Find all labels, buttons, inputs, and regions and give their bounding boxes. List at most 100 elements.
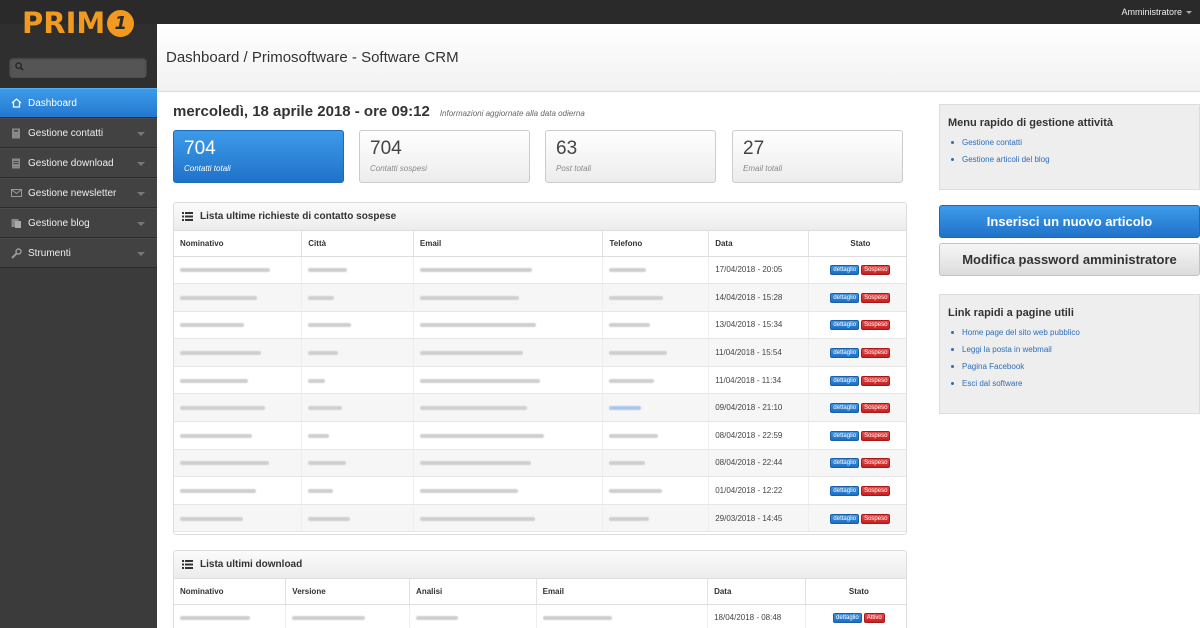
status-badge[interactable]: Sospeso — [861, 430, 891, 441]
sidebar-item-strumenti[interactable]: Strumenti — [0, 238, 157, 268]
status-badge[interactable]: Sospeso — [861, 348, 891, 359]
blurred-text — [609, 433, 659, 438]
blurred-text — [419, 489, 518, 494]
detail-button[interactable]: dettaglio — [830, 513, 860, 524]
table-row[interactable]: 17/04/2018 - 20:05 dettaglio Sospeso — [174, 256, 906, 285]
redacted-cell — [413, 311, 604, 340]
blurred-text — [180, 516, 243, 521]
table-row[interactable]: 11/04/2018 - 11:34 dettaglio Sospeso — [174, 366, 906, 395]
link-webmail[interactable]: Leggi la posta in webmail — [951, 345, 1191, 362]
column-header[interactable]: Versione — [285, 579, 411, 605]
redacted-cell — [301, 283, 414, 312]
table-row[interactable]: 08/04/2018 - 22:44 dettaglio Sospeso — [174, 449, 906, 478]
status-badge[interactable]: Attivo — [863, 613, 885, 624]
detail-button[interactable]: dettaglio — [830, 486, 860, 497]
quick-link-blog[interactable]: Gestione articoli del blog — [951, 155, 1191, 172]
blurred-text — [419, 323, 536, 328]
column-header[interactable]: Stato — [808, 231, 906, 257]
detail-button[interactable]: dettaglio — [833, 613, 862, 624]
blurred-text — [609, 406, 642, 411]
link-homepage[interactable]: Home page del sito web pubblico — [951, 328, 1191, 345]
stat-contatti-sospesi[interactable]: 704 Contatti sospesi — [359, 130, 530, 183]
table-row[interactable]: 11/04/2018 - 15:54 dettaglio Sospeso — [174, 338, 906, 367]
blurred-text — [180, 268, 270, 273]
detail-button[interactable]: dettaglio — [830, 375, 860, 386]
date-cell: 29/03/2018 - 14:45 — [708, 504, 809, 533]
sidebar-item-gestione-contatti[interactable]: Gestione contatti — [0, 118, 157, 148]
status-badge[interactable]: Sospeso — [861, 320, 891, 331]
table-row[interactable]: 14/04/2018 - 15:28 dettaglio Sospeso — [174, 283, 906, 312]
blurred-text — [419, 295, 519, 300]
column-header[interactable]: Nominativo — [174, 231, 303, 257]
detail-button[interactable]: dettaglio — [830, 403, 860, 414]
useful-links-title: Link rapidi a pagine utili — [948, 307, 1074, 319]
table-row[interactable]: 13/04/2018 - 15:34 dettaglio Sospeso — [174, 311, 906, 340]
status-cell: dettaglio Sospeso — [808, 476, 906, 505]
detail-button[interactable]: dettaglio — [830, 348, 860, 359]
redacted-cell — [285, 604, 411, 628]
downloads-table: Nominativo Versione Analisi Email Data Stato … — [174, 579, 906, 628]
status-badge[interactable]: Sospeso — [861, 265, 891, 276]
link-logout[interactable]: Esci dal software — [951, 379, 1191, 396]
status-badge[interactable]: Sospeso — [861, 292, 891, 303]
detail-button[interactable]: dettaglio — [830, 320, 860, 331]
date-cell: 13/04/2018 - 15:34 — [708, 311, 809, 340]
table-row[interactable]: 18/04/2018 - 08:48 dettaglio Attivo — [174, 604, 906, 628]
status-badge[interactable]: Sospeso — [861, 375, 891, 386]
redacted-cell — [602, 256, 710, 285]
user-menu[interactable]: Amministratore — [1121, 7, 1192, 17]
column-header[interactable]: Telefono — [602, 231, 710, 257]
sidebar-item-label: Gestione contatti — [28, 127, 104, 139]
redacted-cell — [536, 604, 709, 628]
detail-button[interactable]: dettaglio — [830, 265, 860, 276]
sidebar-item-label: Gestione newsletter — [28, 187, 117, 199]
blurred-text — [180, 406, 265, 411]
table-row[interactable]: 08/04/2018 - 22:59 dettaglio Sospeso — [174, 421, 906, 450]
detail-button[interactable]: dettaglio — [830, 458, 860, 469]
logo[interactable]: PRIM 1 — [22, 6, 135, 40]
link-facebook[interactable]: Pagina Facebook — [951, 362, 1191, 379]
blurred-text — [609, 489, 663, 494]
sidebar-item-gestione-newsletter[interactable]: Gestione newsletter — [0, 178, 157, 208]
status-badge[interactable]: Sospeso — [861, 403, 891, 414]
table-row[interactable]: 09/04/2018 - 21:10 dettaglio Sospeso — [174, 393, 906, 423]
stat-label: Post totali — [556, 164, 592, 173]
stat-post-totali[interactable]: 63 Post totali — [545, 130, 716, 183]
column-header[interactable]: Nominativo — [174, 579, 287, 605]
status-cell: dettaglio Sospeso — [808, 366, 906, 395]
blurred-text — [308, 489, 334, 494]
blurred-text — [308, 461, 347, 466]
column-header[interactable]: Data — [708, 231, 809, 257]
redacted-cell — [301, 338, 414, 367]
sidebar-item-gestione-download[interactable]: Gestione download — [0, 148, 157, 178]
quick-link-contatti[interactable]: Gestione contatti — [951, 138, 1191, 155]
search-input[interactable] — [9, 57, 147, 78]
redacted-cell — [174, 366, 303, 395]
column-header[interactable]: Analisi — [409, 579, 537, 605]
stat-contatti-totali[interactable]: 704 Contatti totali — [173, 130, 344, 183]
status-badge[interactable]: Sospeso — [861, 513, 891, 524]
column-header[interactable]: Stato — [805, 579, 906, 605]
blurred-text — [419, 268, 532, 273]
sidebar-item-gestione-blog[interactable]: Gestione blog — [0, 208, 157, 238]
column-header[interactable]: Email — [413, 231, 604, 257]
column-header[interactable]: Email — [536, 579, 709, 605]
detail-button[interactable]: dettaglio — [830, 292, 860, 303]
detail-button[interactable]: dettaglio — [830, 430, 860, 441]
quick-menu-panel: Menu rapido di gestione attività Gestion… — [939, 104, 1200, 190]
new-article-button[interactable]: Inserisci un nuovo articolo — [939, 205, 1200, 238]
blurred-text — [419, 378, 540, 383]
table-row[interactable]: 01/04/2018 - 12:22 dettaglio Sospeso — [174, 476, 906, 505]
column-header[interactable]: Città — [301, 231, 414, 257]
table-row[interactable]: 29/03/2018 - 14:45 dettaglio Sospeso — [174, 504, 906, 533]
sidebar-item-dashboard[interactable]: Dashboard — [0, 88, 157, 118]
redacted-cell — [174, 338, 303, 367]
change-password-button[interactable]: Modifica password amministratore — [939, 243, 1200, 276]
contacts-panel: Lista ultime richieste di contatto sospe… — [173, 202, 907, 535]
column-header[interactable]: Data — [707, 579, 806, 605]
status-badge[interactable]: Sospeso — [861, 486, 891, 497]
stat-email-totali[interactable]: 27 Email totali — [732, 130, 903, 183]
status-badge[interactable]: Sospeso — [861, 458, 891, 469]
redacted-cell — [413, 449, 604, 478]
current-date: mercoledì, 18 aprile 2018 - ore 09:12 Inf… — [173, 103, 585, 120]
